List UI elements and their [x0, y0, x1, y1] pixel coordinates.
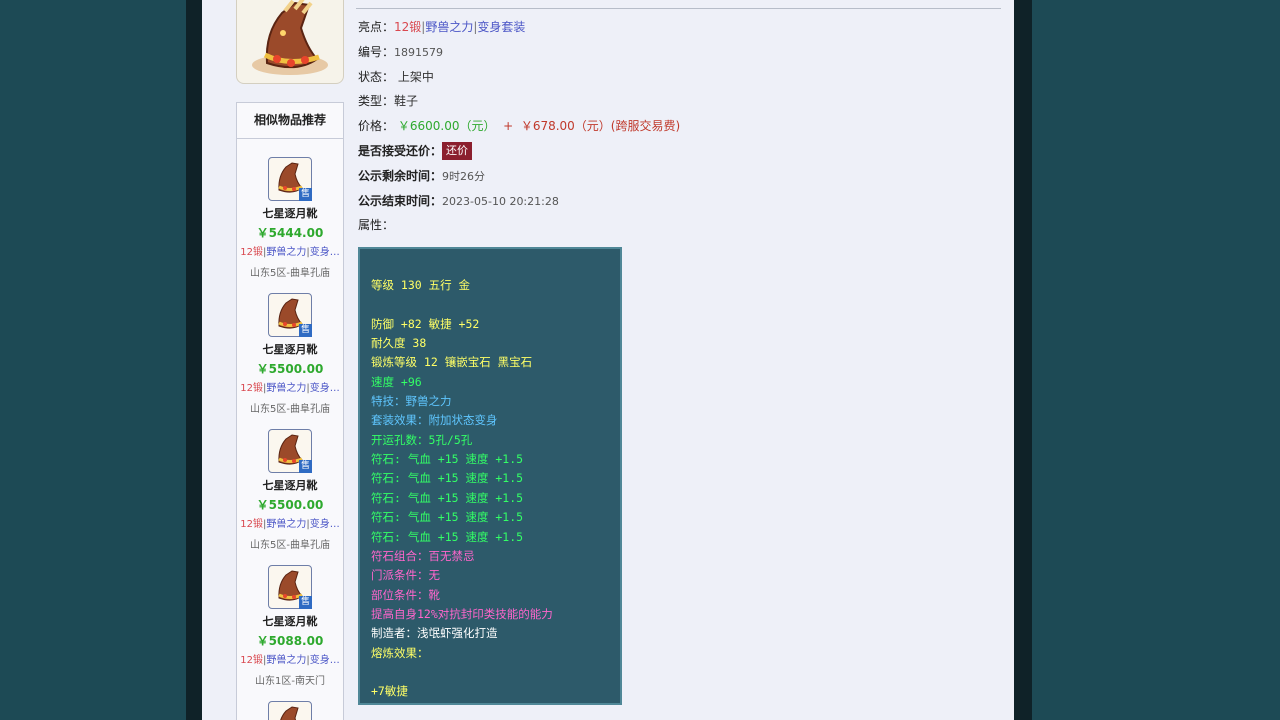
- attr-line: 门派条件：无: [371, 568, 440, 582]
- attr-line: 套装效果：附加状态变身: [371, 413, 498, 427]
- end-row: 公示结束时间：2023-05-10 20:21:28: [358, 191, 998, 216]
- attr-line: 符石: 气血 +15 速度 +1.5: [371, 510, 524, 524]
- remain-time: 9时26分: [442, 169, 486, 183]
- similar-items-title: 相似物品推荐: [237, 103, 343, 139]
- price-row: 价格： ￥6600.00（元） + ￥678.00（元）(跨服交易费): [358, 116, 998, 141]
- similar-item-name[interactable]: 七星逐月靴: [237, 205, 343, 221]
- similar-item-server: 山东5区-曲阜孔庙: [250, 268, 330, 279]
- attr-line: 制造者：浅氓虾强化打造: [371, 626, 498, 640]
- similar-item-price: ￥5088.00: [256, 634, 324, 648]
- cross-server-fee: ￥678.00（元）(跨服交易费): [520, 119, 681, 134]
- similar-item-price: ￥5500.00: [256, 498, 324, 512]
- attr-line: 符石: 气血 +15 速度 +1.5: [371, 471, 524, 485]
- highlight-set: 变身套装: [477, 20, 526, 34]
- remain-row: 公示剩余时间：9时26分: [358, 166, 998, 191]
- similar-item-name[interactable]: 七星逐月靴: [237, 341, 343, 357]
- type-label: 类型：: [358, 94, 395, 109]
- highlight-skill: 野兽之力: [425, 20, 474, 34]
- sale-badge: 售: [299, 596, 312, 609]
- item-status: 上架中: [397, 69, 434, 84]
- boot-icon[interactable]: 售: [268, 293, 312, 337]
- attr-line: 锻炼等级 12 镶嵌宝石 黑宝石: [371, 355, 533, 369]
- similar-item-tags: 12锻|野兽之力|变身…: [240, 383, 340, 394]
- similar-item-tags: 12锻|野兽之力|变身…: [240, 519, 340, 530]
- boot-icon[interactable]: 售: [268, 429, 312, 473]
- similar-item[interactable]: 售 七星逐月靴 ￥5500.00 12锻|野兽之力|变身… 山东5区-曲阜孔庙: [237, 293, 343, 415]
- highlight-label: 亮点：: [358, 20, 395, 34]
- id-label: 编号：: [358, 44, 395, 59]
- attr-line: 等级 130 五行 金: [371, 278, 471, 292]
- highlight-row: 亮点：12锻|野兽之力|变身套装: [358, 20, 526, 34]
- boot-icon[interactable]: [268, 701, 312, 720]
- attr-line: 提高自身12%对抗封印类技能的能力: [371, 607, 553, 621]
- similar-item-tags: 12锻|野兽之力|变身…: [240, 655, 340, 666]
- attr-line: 部位条件：靴: [371, 588, 440, 602]
- id-row: 编号：1891579: [358, 42, 998, 67]
- similar-item-name[interactable]: 七星逐月靴: [237, 613, 343, 629]
- sale-badge: 售: [299, 460, 312, 473]
- item-info: 亮点：12锻|野兽之力|变身套装 编号：1891579 状态： 上架中 类型：鞋…: [358, 17, 998, 240]
- counter-offer-label: 是否接受还价：: [358, 143, 443, 158]
- attr-line: 熔炼效果：: [371, 646, 429, 660]
- attr-line: 开运孔数：5孔/5孔: [371, 433, 473, 447]
- highlight-forge: 12锻: [394, 20, 422, 34]
- item-image: [236, 0, 344, 84]
- similar-item-name[interactable]: 七星逐月靴: [237, 477, 343, 493]
- similar-item-price: ￥5444.00: [256, 226, 324, 240]
- similar-item[interactable]: 售 七星逐月靴 ￥5444.00 12锻|野兽之力|变身… 山东5区-曲阜孔庙: [237, 157, 343, 279]
- remain-label: 公示剩余时间：: [358, 168, 443, 183]
- right-frame: [1014, 0, 1032, 720]
- attr-line: +7敏捷: [371, 684, 408, 698]
- similar-item-tags: 12锻|野兽之力|变身…: [240, 247, 340, 258]
- status-row: 状态： 上架中: [358, 67, 998, 92]
- attr-line: 符石: 气血 +15 速度 +1.5: [371, 530, 524, 544]
- attr-line: 符石: 气血 +15 速度 +1.5: [371, 491, 524, 505]
- counter-offer-button[interactable]: 还价: [442, 142, 473, 161]
- sale-badge: 售: [299, 188, 312, 201]
- similar-item[interactable]: [237, 701, 343, 720]
- attr-line: 符石: 气血 +15 速度 +1.5: [371, 452, 524, 466]
- boot-icon[interactable]: 售: [268, 565, 312, 609]
- similar-item[interactable]: 售 七星逐月靴 ￥5088.00 12锻|野兽之力|变身… 山东1区-南天门: [237, 565, 343, 687]
- attr-line: 速度 +96: [371, 375, 422, 389]
- item-type: 鞋子: [394, 94, 419, 109]
- similar-item-server: 山东5区-曲阜孔庙: [250, 404, 330, 415]
- attr-label: 属性：: [358, 218, 395, 233]
- counter-offer-row: 是否接受还价： 还价: [358, 141, 998, 166]
- status-label: 状态：: [358, 69, 395, 84]
- attr-line: 耐久度 38: [371, 336, 427, 350]
- item-id: 1891579: [394, 45, 444, 59]
- attr-row: 属性：: [358, 215, 998, 240]
- similar-item-server: 山东5区-曲阜孔庙: [250, 540, 330, 551]
- item-price: ￥6600.00（元）: [397, 119, 496, 134]
- end-label: 公示结束时间：: [358, 193, 443, 208]
- attr-line: 防御 +82 敏捷 +52: [371, 317, 480, 331]
- attribute-panel: 等级 130 五行 金 防御 +82 敏捷 +52 耐久度 38 锻炼等级 12…: [358, 247, 622, 705]
- boot-icon[interactable]: 售: [268, 157, 312, 201]
- attr-line: 特技：野兽之力: [371, 394, 452, 408]
- type-row: 类型：鞋子: [358, 91, 998, 116]
- top-divider: [356, 8, 1001, 9]
- sale-badge: 售: [299, 324, 312, 337]
- price-plus: +: [503, 119, 514, 134]
- item-detail-page: 亮点：12锻|野兽之力|变身套装 编号：1891579 状态： 上架中 类型：鞋…: [202, 0, 1014, 720]
- similar-items-sidebar: 相似物品推荐 售 七星逐月靴 ￥5444.00 12锻|野兽之力|变身… 山东5…: [236, 102, 344, 720]
- similar-item-server: 山东1区-南天门: [255, 676, 325, 687]
- price-label: 价格：: [358, 119, 395, 134]
- attr-line: 符石组合：百无禁忌: [371, 549, 475, 563]
- similar-item[interactable]: 售 七星逐月靴 ￥5500.00 12锻|野兽之力|变身… 山东5区-曲阜孔庙: [237, 429, 343, 551]
- left-frame: [186, 0, 202, 720]
- end-time: 2023-05-10 20:21:28: [442, 194, 559, 208]
- similar-item-price: ￥5500.00: [256, 362, 324, 376]
